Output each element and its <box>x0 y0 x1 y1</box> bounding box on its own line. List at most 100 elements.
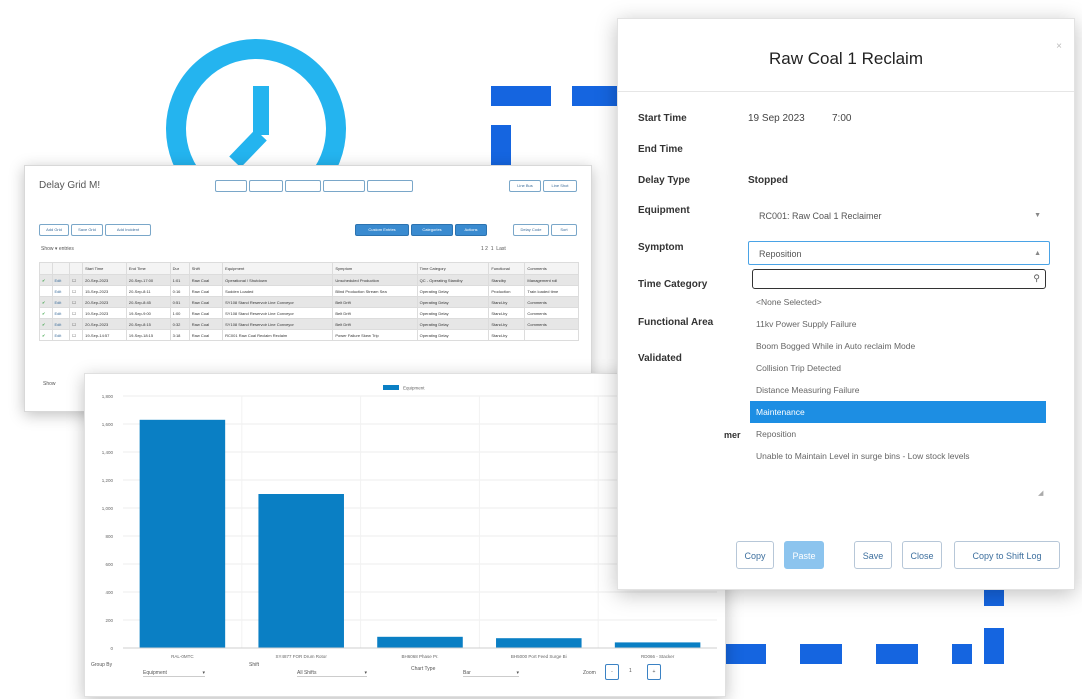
table-cell: Belt Drift <box>332 318 418 330</box>
grid-top-button[interactable] <box>285 180 321 192</box>
dropdown-option[interactable]: <None Selected> <box>750 291 1046 313</box>
delay-table: Start Time End Time Dur Shift Equipment Sympt… <box>39 262 579 341</box>
table-cell[interactable]: ☐ <box>69 329 84 341</box>
close-button[interactable]: Close <box>902 541 942 569</box>
table-cell: Operating Delay <box>416 329 490 341</box>
paste-button[interactable]: Paste <box>784 541 824 569</box>
table-row[interactable]: ✔ Edit ☐ 19-Sep-2023 19-Sep-9:00 1:00 Raw Coal… <box>39 307 579 319</box>
table-row[interactable]: ✔ Edit ☐ 20-Sep-2023 20-Sep-17:00 1:01 Raw Coa… <box>39 274 579 286</box>
table-cell: Comments <box>524 318 579 330</box>
line-bus-button[interactable]: Line Bus <box>509 180 541 192</box>
grid-top-button[interactable] <box>323 180 365 192</box>
grid-top-button[interactable] <box>367 180 413 192</box>
save-button[interactable]: Save <box>854 541 892 569</box>
shift-label: Shift <box>249 662 260 668</box>
symptom-select[interactable]: Reposition ▲ <box>748 241 1050 265</box>
table-row[interactable]: ✔ Edit ☐ 19-Sep-14:57 19-Sep-18:15 3:18 Raw Co… <box>39 329 579 341</box>
dropdown-option[interactable]: 11kv Power Supply Failure <box>750 313 1046 335</box>
table-header-cell[interactable]: Symptom <box>332 262 418 275</box>
dropdown-option[interactable]: Boom Bogged While in Auto reclaim Mode <box>750 335 1046 357</box>
table-header-cell[interactable] <box>39 262 53 275</box>
line-shot-button[interactable]: Line Shot <box>543 180 577 192</box>
dropdown-option[interactable]: Reposition <box>750 423 1046 445</box>
table-cell: 1:01 <box>169 274 190 286</box>
dropdown-option[interactable]: Maintenance <box>750 401 1046 423</box>
copy-to-shift-log-button[interactable]: Copy to Shift Log <box>954 541 1060 569</box>
table-header-cell[interactable]: Functional <box>488 262 526 275</box>
table-row[interactable]: ✔ Edit ☐ 20-Sep-2023 20-Sep-8:45 0:51 Raw Coal… <box>39 296 579 308</box>
table-cell: 0:32 <box>169 318 190 330</box>
edit-link[interactable]: Edit <box>51 329 71 341</box>
table-header-cell[interactable]: End Time <box>125 262 171 275</box>
add-incident-button[interactable]: Add Incident <box>105 224 151 236</box>
edit-link[interactable]: Edit <box>51 318 71 330</box>
table-cell: Raw Coal <box>188 318 224 330</box>
resize-grip-icon[interactable]: ◢ <box>1038 489 1043 497</box>
table-cell[interactable]: ☐ <box>69 318 84 330</box>
table-header-cell[interactable]: Time Category <box>416 262 490 275</box>
table-header-cell[interactable] <box>69 262 84 275</box>
add-grid-button[interactable]: Add Grid <box>39 224 69 236</box>
custom-entries-button[interactable]: Custom Entries <box>355 224 409 236</box>
table-cell: Operating Delay <box>416 285 490 297</box>
table-header-cell[interactable]: Equipment <box>222 262 334 275</box>
sort-button[interactable]: Sort <box>551 224 577 236</box>
table-cell: 19-Sep-14:57 <box>82 329 127 341</box>
zoom-label: Zoom <box>583 670 596 676</box>
status-check-icon[interactable]: ✔ <box>39 274 53 286</box>
grid-top-button[interactable] <box>215 180 247 192</box>
table-cell: Raw Coal <box>188 329 224 341</box>
table-header-cell[interactable]: Shift <box>188 262 224 275</box>
edit-link[interactable]: Edit <box>51 274 71 286</box>
zoom-out-button[interactable]: - <box>605 664 619 680</box>
table-cell: Operating Delay <box>416 307 490 319</box>
table-cell[interactable]: ☐ <box>69 285 84 297</box>
edit-link[interactable]: Edit <box>51 307 71 319</box>
dropdown-option[interactable]: Collision Trip Detected <box>750 357 1046 379</box>
start-clock-value[interactable]: 7:00 <box>832 113 851 124</box>
shift-select[interactable]: All Shifts ▾ <box>297 670 367 677</box>
grid-top-button[interactable] <box>249 180 283 192</box>
table-header-cell[interactable] <box>51 262 71 275</box>
copy-button[interactable]: Copy <box>736 541 774 569</box>
edit-link[interactable]: Edit <box>51 296 71 308</box>
table-cell[interactable]: ☐ <box>69 274 84 286</box>
status-check-icon[interactable]: ✔ <box>39 318 53 330</box>
pagination[interactable]: 1 2 1 Last <box>481 246 506 252</box>
table-cell: Operational / Shutdown <box>222 274 334 286</box>
grid-title: Delay Grid M! <box>39 180 101 191</box>
table-header-cell[interactable]: Start Time <box>82 262 127 275</box>
start-time-label: Start Time <box>638 113 687 124</box>
close-icon[interactable]: × <box>1056 41 1062 52</box>
table-cell: Blind Production Stream Sea <box>332 285 418 297</box>
actions-button[interactable]: Actions <box>455 224 487 236</box>
save-grid-button[interactable]: Save Grid <box>71 224 103 236</box>
table-row[interactable]: Edit ☐ 15-Sep-2023 20-Sep-8:11 0:16 Raw Coal S… <box>39 285 579 297</box>
chart-type-select[interactable]: Bar ▾ <box>463 670 519 677</box>
group-by-select[interactable]: Equipment ▾ <box>143 670 205 677</box>
x-tick-label: RD066 - Stacker <box>641 654 675 659</box>
symptom-search-input[interactable]: ⚲ <box>752 269 1046 289</box>
edit-link[interactable]: Edit <box>51 285 71 297</box>
table-cell[interactable]: ☐ <box>69 307 84 319</box>
start-date-value[interactable]: 19 Sep 2023 <box>748 113 805 124</box>
table-cell[interactable]: ☐ <box>69 296 84 308</box>
status-check-icon[interactable] <box>39 285 53 297</box>
group-by-label: Group By <box>91 662 113 668</box>
table-header-cell[interactable]: Dur <box>169 262 190 275</box>
dropdown-option[interactable]: Unable to Maintain Level in surge bins -… <box>750 445 1046 467</box>
dropdown-option[interactable]: Distance Measuring Failure <box>750 379 1046 401</box>
time-category-label: Time Category <box>638 279 708 290</box>
equipment-select[interactable]: RC001: Raw Coal 1 Reclaimer ▼ <box>748 203 1050 227</box>
status-check-icon[interactable]: ✔ <box>39 296 53 308</box>
delay-code-button[interactable]: Delay Code <box>513 224 549 236</box>
table-row[interactable]: ✔ Edit ☐ 20-Sep-2023 20-Sep-8:15 0:32 Raw Coal… <box>39 318 579 330</box>
status-check-icon[interactable]: ✔ <box>39 307 53 319</box>
table-cell: 0:16 <box>169 285 190 297</box>
zoom-in-button[interactable]: + <box>647 664 661 680</box>
table-cell: Operating Delay <box>416 318 490 330</box>
categories-button[interactable]: Categories <box>411 224 453 236</box>
status-check-icon[interactable]: ✔ <box>39 329 53 341</box>
table-header-cell[interactable]: Comments <box>524 262 579 275</box>
table-cell: 0:51 <box>169 296 190 308</box>
